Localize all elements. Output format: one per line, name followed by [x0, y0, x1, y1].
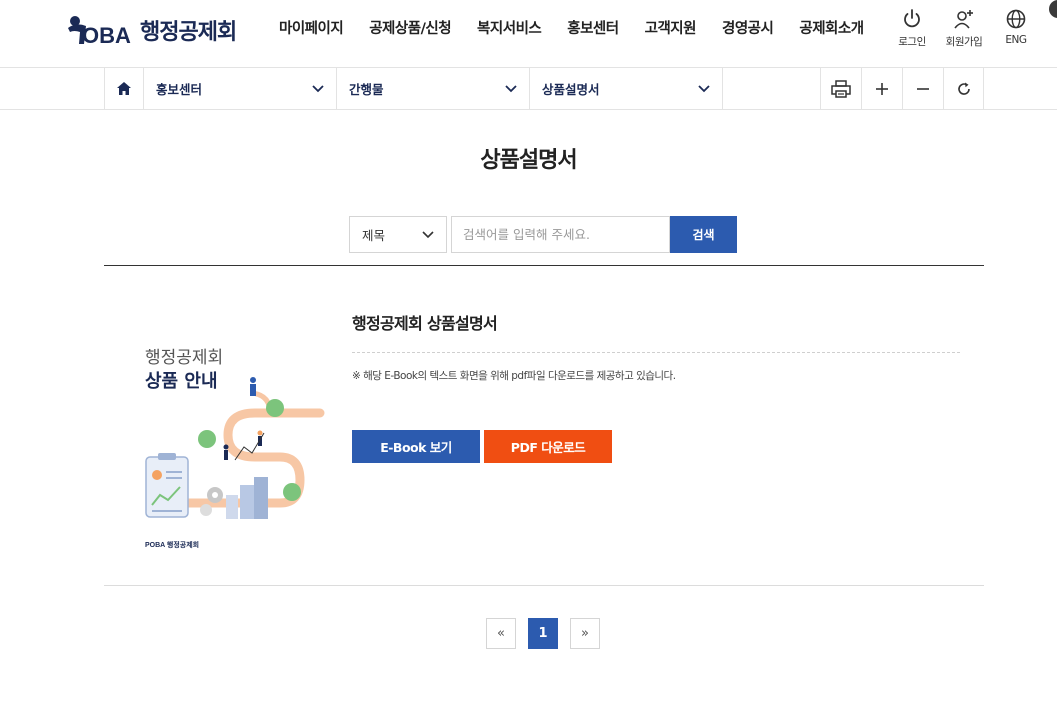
breadcrumb-dropdown-depth1[interactable]: 홍보센터 [144, 68, 337, 109]
item-note: ※ 해당 E-Book의 텍스트 화면을 위해 pdf파일 다운로드를 제공하고… [352, 370, 676, 382]
item-title[interactable]: 행정공제회 상품설명서 [352, 310, 498, 334]
utility-menu: 로그인 회원가입 ENG [893, 8, 1049, 49]
language-button[interactable]: ENG [997, 8, 1035, 49]
pagination-next-button[interactable]: » [570, 618, 600, 649]
pagination-prev-button[interactable]: « [486, 618, 516, 649]
page-tools [820, 68, 984, 109]
site-header: OBA 행정공제회 마이페이지 공제상품/신청 복지서비스 홍보센터 고객지원 … [0, 0, 1057, 68]
search-field-select[interactable]: 제목 [349, 216, 447, 253]
chevron-down-icon [505, 84, 517, 92]
svg-text:OBA: OBA [82, 23, 131, 48]
breadcrumb-dropdown-depth2[interactable]: 간행물 [337, 68, 530, 109]
zoom-in-icon [876, 82, 888, 95]
print-icon [831, 79, 851, 98]
list-top-rule [104, 265, 984, 266]
breadcrumb-dropdown-depth3[interactable]: 상품설명서 [530, 68, 723, 109]
pagination-page-current[interactable]: 1 [528, 618, 558, 649]
pdf-download-button[interactable]: PDF 다운로드 [484, 430, 612, 463]
breadcrumb-depth1-label: 홍보센터 [156, 82, 203, 97]
logo-text: 행정공제회 [140, 20, 237, 45]
breadcrumb-depth2-label: 간행물 [349, 82, 384, 97]
nav-item-disclosure[interactable]: 경영공시 [722, 17, 774, 38]
nav-item-pr-center[interactable]: 홍보센터 [567, 17, 619, 38]
svg-text:행정공제회: 행정공제회 [145, 348, 223, 368]
pagination: « 1 » [486, 618, 600, 649]
item-divider [352, 352, 960, 353]
breadcrumb-spacer [723, 68, 821, 109]
nav-item-products[interactable]: 공제상품/신청 [369, 17, 451, 38]
main-nav: 마이페이지 공제상품/신청 복지서비스 홍보센터 고객지원 경영공시 공제회소개 [266, 17, 877, 38]
search-button[interactable]: 검색 [670, 216, 737, 253]
home-button[interactable] [104, 68, 144, 109]
location-bar: 홍보센터 간행물 상품설명서 [0, 68, 1057, 110]
svg-text:POBA 행정공제회: POBA 행정공제회 [145, 540, 199, 549]
signup-button[interactable]: 회원가입 [945, 8, 983, 49]
nav-item-mypage[interactable]: 마이페이지 [279, 17, 344, 38]
zoom-out-button[interactable] [902, 68, 943, 109]
breadcrumb: 홍보센터 간행물 상품설명서 [104, 68, 821, 109]
login-label: 로그인 [898, 36, 926, 48]
user-plus-icon [954, 10, 973, 29]
signup-label: 회원가입 [945, 36, 983, 48]
language-label: ENG [1005, 34, 1027, 46]
zoom-out-icon [917, 87, 929, 90]
refresh-button[interactable] [943, 68, 984, 109]
nav-item-welfare[interactable]: 복지서비스 [477, 17, 542, 38]
poba-logo-mark: OBA [68, 16, 131, 48]
list-bottom-rule [104, 585, 984, 586]
login-button[interactable]: 로그인 [893, 8, 931, 49]
svg-text:상품 안내: 상품 안내 [145, 371, 218, 392]
site-logo[interactable]: OBA 행정공제회 [64, 10, 237, 50]
product-guide-cover-image: 행정공제회 상품 안내 POBA 행정공제회 [145, 348, 325, 549]
search-input[interactable] [451, 216, 670, 253]
product-guide-thumbnail[interactable]: 행정공제회 상품 안내 POBA 행정공제회 [140, 335, 325, 555]
breadcrumb-depth3-label: 상품설명서 [542, 82, 600, 97]
nav-item-about[interactable]: 공제회소개 [799, 17, 864, 38]
chevron-down-icon [422, 230, 434, 238]
chevron-down-icon [698, 84, 710, 92]
floating-badge [1049, 0, 1057, 18]
search-form: 제목 검색 [349, 216, 737, 253]
home-icon [117, 82, 131, 95]
globe-icon [1006, 9, 1026, 29]
search-field-selected: 제목 [362, 228, 386, 243]
power-icon [904, 9, 920, 28]
zoom-in-button[interactable] [861, 68, 902, 109]
page-title: 상품설명서 [480, 148, 577, 173]
refresh-icon [957, 82, 970, 95]
nav-item-support[interactable]: 고객지원 [645, 17, 697, 38]
chevron-down-icon [312, 84, 324, 92]
ebook-view-button[interactable]: E-Book 보기 [352, 430, 480, 463]
print-button[interactable] [820, 68, 861, 109]
